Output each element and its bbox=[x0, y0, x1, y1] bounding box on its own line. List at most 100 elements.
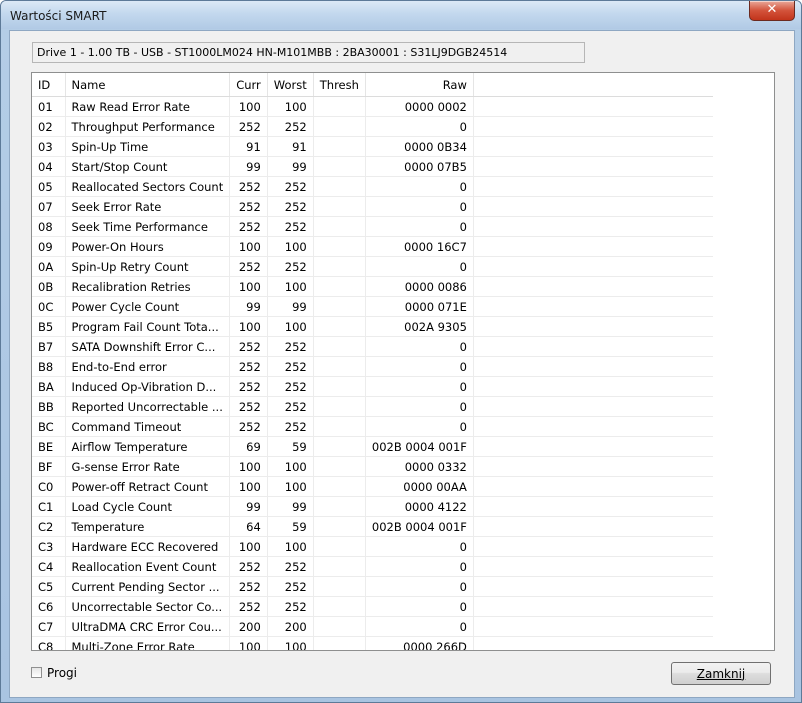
cell-curr: 100 bbox=[229, 276, 268, 297]
cell-worst: 252 bbox=[267, 176, 314, 197]
table-row[interactable]: 08 Seek Time Performance 252 252 0 bbox=[32, 216, 714, 237]
window-close-button[interactable]: ✕ bbox=[749, 1, 795, 21]
cell-id: 03 bbox=[32, 136, 66, 157]
cell-raw: 0 bbox=[365, 576, 474, 597]
dialog-body: Drive 1 - 1.00 TB - USB - ST1000LM024 HN… bbox=[9, 30, 795, 698]
cell-raw: 002B 0004 001F bbox=[365, 516, 474, 537]
cell-id: C0 bbox=[32, 476, 66, 497]
cell-curr: 100 bbox=[229, 236, 268, 257]
cell-worst: 100 bbox=[267, 276, 314, 297]
cell-filler bbox=[473, 636, 714, 650]
cell-id: 01 bbox=[32, 96, 66, 117]
table-row[interactable]: C5 Current Pending Sector ... 252 252 0 bbox=[32, 576, 714, 597]
column-header-id[interactable]: ID bbox=[32, 73, 66, 97]
table-row[interactable]: 09 Power-On Hours 100 100 0000 16C7 bbox=[32, 236, 714, 257]
table-row[interactable]: BF G-sense Error Rate 100 100 0000 0332 bbox=[32, 456, 714, 477]
smart-attributes-table: ID Name Curr Worst Thresh Raw 01 Raw Read… bbox=[32, 73, 714, 650]
cell-name: Raw Read Error Rate bbox=[65, 96, 231, 117]
cell-curr: 252 bbox=[229, 596, 268, 617]
column-header-thresh[interactable]: Thresh bbox=[313, 73, 366, 97]
table-row[interactable]: C8 Multi-Zone Error Rate 100 100 0000 266D bbox=[32, 636, 714, 650]
table-row[interactable]: C7 UltraDMA CRC Error Cou... 200 200 0 bbox=[32, 616, 714, 637]
cell-thresh bbox=[313, 596, 366, 617]
table-row[interactable]: BB Reported Uncorrectable ... 252 252 0 bbox=[32, 396, 714, 417]
cell-id: C6 bbox=[32, 596, 66, 617]
cell-raw: 0000 0086 bbox=[365, 276, 474, 297]
table-row[interactable]: 02 Throughput Performance 252 252 0 bbox=[32, 116, 714, 137]
cell-worst: 252 bbox=[267, 396, 314, 417]
cell-filler bbox=[473, 556, 714, 577]
cell-id: 02 bbox=[32, 116, 66, 137]
cell-worst: 252 bbox=[267, 356, 314, 377]
table-row[interactable]: C1 Load Cycle Count 99 99 0000 4122 bbox=[32, 496, 714, 517]
cell-filler bbox=[473, 176, 714, 197]
title-bar[interactable]: Wartości SMART ✕ bbox=[1, 1, 801, 29]
table-row[interactable]: 05 Reallocated Sectors Count 252 252 0 bbox=[32, 176, 714, 197]
cell-name: Seek Time Performance bbox=[65, 216, 231, 237]
cell-name: Uncorrectable Sector Co... bbox=[65, 596, 231, 617]
cell-curr: 252 bbox=[229, 256, 268, 277]
cell-name: Spin-Up Retry Count bbox=[65, 256, 231, 277]
cell-name: Program Fail Count Tota... bbox=[65, 316, 231, 337]
cell-name: Current Pending Sector ... bbox=[65, 576, 231, 597]
cell-curr: 252 bbox=[229, 116, 268, 137]
cell-id: BB bbox=[32, 396, 66, 417]
smart-attributes-list[interactable]: ID Name Curr Worst Thresh Raw 01 Raw Read… bbox=[31, 72, 775, 651]
table-row[interactable]: 0B Recalibration Retries 100 100 0000 0086 bbox=[32, 276, 714, 297]
table-row[interactable]: 04 Start/Stop Count 99 99 0000 07B5 bbox=[32, 156, 714, 177]
cell-filler bbox=[473, 576, 714, 597]
table-row[interactable]: C0 Power-off Retract Count 100 100 0000 00AA bbox=[32, 476, 714, 497]
column-header-name[interactable]: Name bbox=[65, 73, 231, 97]
thresholds-checkbox-label[interactable]: Progi bbox=[47, 666, 77, 680]
cell-id: B7 bbox=[32, 336, 66, 357]
table-row[interactable]: B5 Program Fail Count Tota... 100 100 002A 9… bbox=[32, 316, 714, 337]
cell-thresh bbox=[313, 556, 366, 577]
cell-thresh bbox=[313, 296, 366, 317]
cell-name: Airflow Temperature bbox=[65, 436, 231, 457]
cell-thresh bbox=[313, 176, 366, 197]
cell-curr: 252 bbox=[229, 336, 268, 357]
table-row[interactable]: BC Command Timeout 252 252 0 bbox=[32, 416, 714, 437]
cell-raw: 0000 266D bbox=[365, 636, 474, 650]
table-row[interactable]: C4 Reallocation Event Count 252 252 0 bbox=[32, 556, 714, 577]
column-header-raw[interactable]: Raw bbox=[365, 73, 474, 97]
cell-worst: 252 bbox=[267, 376, 314, 397]
cell-name: Power-On Hours bbox=[65, 236, 231, 257]
close-button[interactable]: Zamknij bbox=[671, 662, 771, 685]
cell-worst: 252 bbox=[267, 556, 314, 577]
cell-curr: 91 bbox=[229, 136, 268, 157]
cell-curr: 100 bbox=[229, 316, 268, 337]
cell-thresh bbox=[313, 316, 366, 337]
table-row[interactable]: 07 Seek Error Rate 252 252 0 bbox=[32, 196, 714, 217]
cell-curr: 99 bbox=[229, 156, 268, 177]
table-row[interactable]: 01 Raw Read Error Rate 100 100 0000 0002 bbox=[32, 96, 714, 117]
cell-filler bbox=[473, 396, 714, 417]
cell-raw: 0 bbox=[365, 376, 474, 397]
cell-thresh bbox=[313, 96, 366, 117]
cell-name: Reallocation Event Count bbox=[65, 556, 231, 577]
cell-filler bbox=[473, 516, 714, 537]
cell-id: 09 bbox=[32, 236, 66, 257]
table-row[interactable]: BE Airflow Temperature 69 59 002B 0004 001F bbox=[32, 436, 714, 457]
table-row[interactable]: BA Induced Op-Vibration D... 252 252 0 bbox=[32, 376, 714, 397]
table-row[interactable]: B7 SATA Downshift Error C... 252 252 0 bbox=[32, 336, 714, 357]
cell-filler bbox=[473, 596, 714, 617]
table-row[interactable]: B8 End-to-End error 252 252 0 bbox=[32, 356, 714, 377]
table-row[interactable]: 0A Spin-Up Retry Count 252 252 0 bbox=[32, 256, 714, 277]
cell-raw: 0000 16C7 bbox=[365, 236, 474, 257]
column-header-curr[interactable]: Curr bbox=[229, 73, 268, 97]
checkbox-box[interactable] bbox=[31, 667, 42, 678]
table-row[interactable]: C2 Temperature 64 59 002B 0004 001F bbox=[32, 516, 714, 537]
table-row[interactable]: C3 Hardware ECC Recovered 100 100 0 bbox=[32, 536, 714, 557]
cell-id: 0C bbox=[32, 296, 66, 317]
cell-curr: 200 bbox=[229, 616, 268, 637]
table-row[interactable]: 03 Spin-Up Time 91 91 0000 0B34 bbox=[32, 136, 714, 157]
cell-filler bbox=[473, 256, 714, 277]
table-row[interactable]: C6 Uncorrectable Sector Co... 252 252 0 bbox=[32, 596, 714, 617]
cell-worst: 59 bbox=[267, 436, 314, 457]
table-row[interactable]: 0C Power Cycle Count 99 99 0000 071E bbox=[32, 296, 714, 317]
cell-curr: 252 bbox=[229, 396, 268, 417]
cell-id: 08 bbox=[32, 216, 66, 237]
cell-raw: 0 bbox=[365, 536, 474, 557]
column-header-worst[interactable]: Worst bbox=[267, 73, 314, 97]
